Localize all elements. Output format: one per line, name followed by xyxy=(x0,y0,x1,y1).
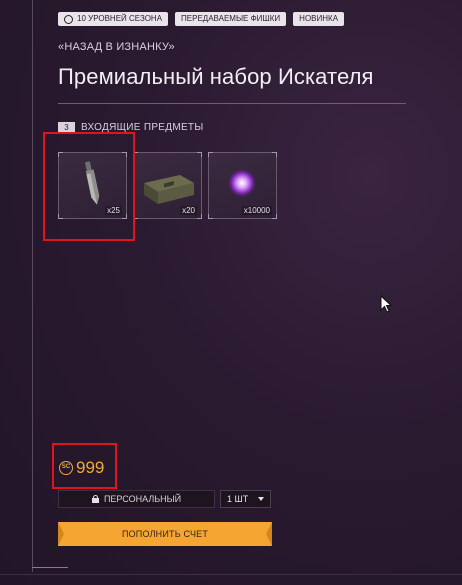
mouse-cursor-icon xyxy=(380,295,392,313)
item-card-purple-orb[interactable]: x10000 xyxy=(208,152,277,219)
frame-corner xyxy=(32,567,68,568)
badge-label: НОВИНКА xyxy=(299,14,339,23)
item-quantity: x20 xyxy=(180,206,197,215)
price: SC 999 xyxy=(59,458,104,478)
badge-new: НОВИНКА xyxy=(293,12,345,26)
lock-icon xyxy=(91,495,99,503)
back-link[interactable]: «НАЗАД В ИЗНАНКУ» xyxy=(58,41,175,53)
badge-row: 10 УРОВНЕЙ СЕЗОНА ПЕРЕДАВАЕМЫЕ ФИШКИ НОВ… xyxy=(58,12,345,26)
season-icon xyxy=(64,14,73,24)
badge-label: ПЕРЕДАВАЕМЫЕ ФИШКИ xyxy=(181,14,281,23)
highlight-box-item xyxy=(43,132,135,241)
chevron-down-icon xyxy=(258,497,264,501)
badge-transferable-chips: ПЕРЕДАВАЕМЫЕ ФИШКИ xyxy=(175,12,287,26)
title-divider xyxy=(58,103,406,104)
item-quantity: x10000 xyxy=(241,206,272,215)
badge-season-levels: 10 УРОВНЕЙ СЕЗОНА xyxy=(58,12,169,26)
topup-button[interactable]: ПОПОЛНИТЬ СЧЕТ xyxy=(58,522,272,546)
coin-icon: SC xyxy=(59,461,73,475)
frame-bottom-line xyxy=(0,574,462,575)
quantity-selected: 1 ШТ xyxy=(227,494,249,504)
price-value: 999 xyxy=(76,458,105,477)
ownership-type: ПЕРСОНАЛЬНЫЙ xyxy=(58,490,215,508)
page-title: Премиальный набор Искателя xyxy=(58,64,374,89)
item-card-ammo-crate[interactable]: x20 xyxy=(133,152,202,219)
ownership-label: ПЕРСОНАЛЬНЫЙ xyxy=(103,494,182,504)
frame-left-line xyxy=(32,0,33,572)
badge-label: 10 УРОВНЕЙ СЕЗОНА xyxy=(77,14,163,23)
quantity-select[interactable]: 1 ШТ xyxy=(220,490,271,508)
topup-label: ПОПОЛНИТЬ СЧЕТ xyxy=(121,529,209,539)
